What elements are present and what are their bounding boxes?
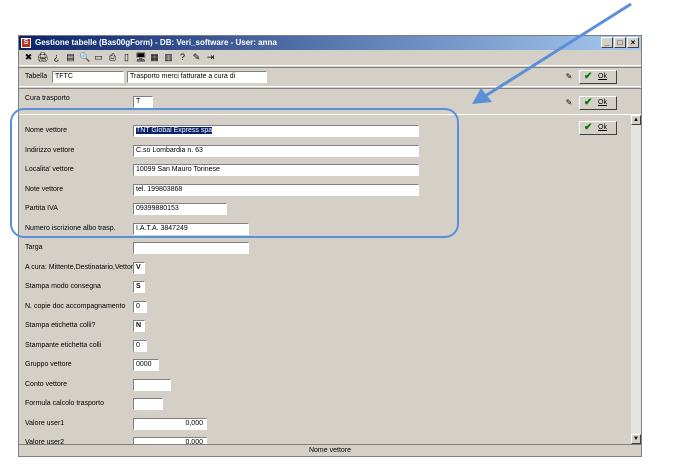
annotation-arrow	[472, 2, 632, 104]
